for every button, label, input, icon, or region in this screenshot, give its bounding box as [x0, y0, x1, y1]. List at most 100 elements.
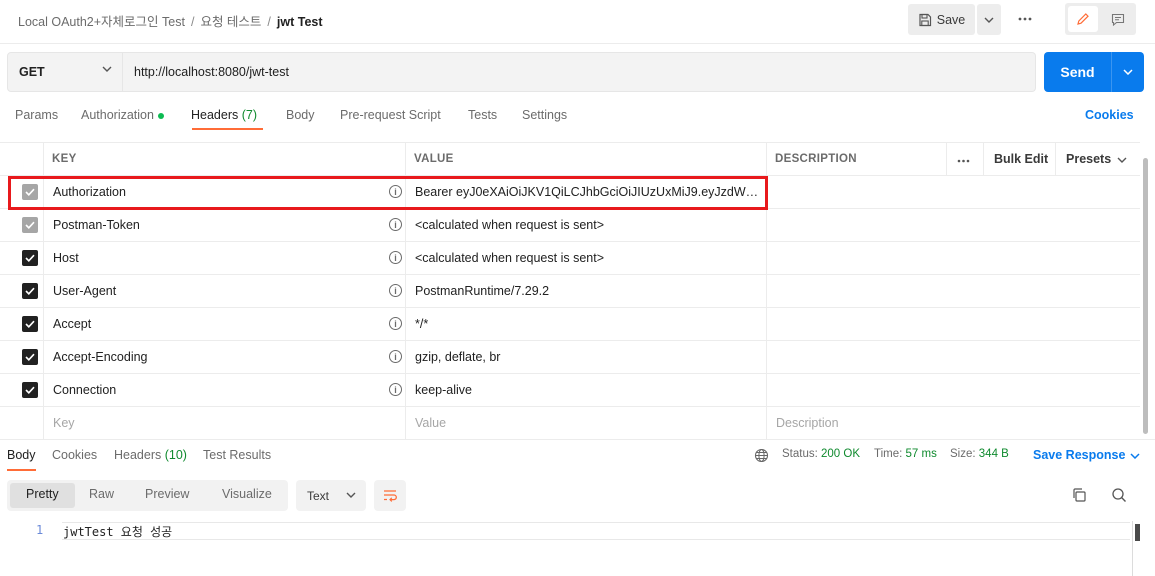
format-pretty[interactable]: Pretty [10, 483, 75, 508]
column-divider [946, 142, 947, 176]
format-tabs: Pretty Raw Preview Visualize [7, 480, 288, 511]
header-key[interactable]: Postman-Token [53, 218, 140, 232]
top-bar: Local OAuth2+자체로그인 Test / 요청 테스트 / jwt Test … [0, 0, 1155, 44]
checkmark-icon [25, 254, 35, 262]
row-checkbox[interactable] [22, 382, 38, 398]
time-display[interactable]: Time: 57 ms [874, 448, 937, 460]
tab-body[interactable]: Body [286, 108, 315, 122]
status-display[interactable]: Status: 200 OK [782, 448, 860, 460]
comments-button[interactable] [1103, 6, 1133, 32]
header-value[interactable]: */* [415, 317, 760, 331]
checkmark-icon [25, 353, 35, 361]
send-button[interactable]: Send [1044, 52, 1111, 92]
info-icon[interactable]: i [389, 284, 402, 297]
send-button-group: Send [1044, 52, 1144, 92]
method-select[interactable]: GET [7, 52, 123, 92]
response-tab-cookies[interactable]: Cookies [52, 448, 97, 462]
header-value[interactable]: PostmanRuntime/7.29.2 [415, 284, 760, 298]
chevron-down-icon [346, 492, 356, 498]
row-checkbox[interactable] [22, 217, 38, 233]
column-divider [983, 142, 984, 176]
tab-params[interactable]: Params [15, 108, 58, 122]
size-display[interactable]: Size: 344 B [950, 448, 1009, 460]
more-actions-button[interactable] [1013, 6, 1037, 32]
tab-headers-label: Headers [191, 108, 239, 122]
response-tab-test-results[interactable]: Test Results [203, 448, 271, 462]
edit-mode-button[interactable] [1068, 6, 1098, 32]
wrap-lines-button[interactable] [374, 480, 406, 511]
format-visualize[interactable]: Visualize [222, 487, 272, 501]
search-icon[interactable] [1111, 487, 1127, 503]
more-horizontal-icon [1018, 17, 1032, 21]
header-value[interactable]: <calculated when request is sent> [415, 251, 760, 265]
info-icon[interactable]: i [389, 317, 402, 330]
header-key[interactable]: Accept-Encoding [53, 350, 148, 364]
row-checkbox[interactable] [22, 250, 38, 266]
breadcrumb-collection[interactable]: Local OAuth2+자체로그인 Test [18, 15, 185, 29]
headers-table-header: KEY VALUE DESCRIPTION Bulk Edit Presets [0, 142, 1140, 176]
header-value[interactable]: gzip, deflate, br [415, 350, 760, 364]
row-checkbox[interactable] [22, 349, 38, 365]
save-response-button[interactable]: Save Response [1033, 448, 1140, 462]
copy-icon[interactable] [1071, 487, 1087, 503]
new-description-input[interactable]: Description [776, 416, 839, 430]
bulk-edit-button[interactable]: Bulk Edit [994, 152, 1048, 166]
checkmark-icon [25, 386, 35, 394]
new-key-input[interactable]: Key [53, 416, 75, 430]
save-label: Save [936, 12, 966, 27]
table-row: Connection i keep-alive [0, 374, 1140, 407]
row-checkbox[interactable] [22, 316, 38, 332]
wrap-lines-icon [384, 489, 397, 502]
breadcrumb-folder[interactable]: 요청 테스트 [200, 15, 261, 29]
table-row: Accept i */* [0, 308, 1140, 341]
header-key[interactable]: Host [53, 251, 79, 265]
response-body-text[interactable]: jwtTest 요청 성공 [63, 523, 172, 540]
editor-scrollbar[interactable] [1132, 521, 1143, 576]
save-icon [919, 13, 931, 26]
info-icon[interactable]: i [389, 251, 402, 264]
content-type-select[interactable]: Text [296, 480, 366, 511]
more-horizontal-icon [957, 159, 970, 163]
column-options-button[interactable] [957, 151, 970, 166]
comment-icon [1111, 13, 1125, 26]
breadcrumb-separator: / [190, 15, 195, 29]
tab-prerequest-script[interactable]: Pre-request Script [340, 108, 441, 122]
tab-headers[interactable]: Headers (7) [191, 108, 257, 122]
new-value-input[interactable]: Value [415, 416, 760, 430]
chevron-down-icon [1130, 453, 1140, 459]
tab-settings[interactable]: Settings [522, 108, 567, 122]
column-description: DESCRIPTION [775, 153, 857, 165]
info-icon[interactable]: i [389, 350, 402, 363]
url-text: http://localhost:8080/jwt-test [134, 65, 289, 79]
send-options-button[interactable] [1112, 52, 1144, 92]
status-value: 200 OK [821, 448, 861, 460]
tab-tests[interactable]: Tests [468, 108, 497, 122]
save-options-button[interactable] [977, 4, 1001, 35]
chevron-down-icon [102, 66, 112, 72]
header-value[interactable]: keep-alive [415, 383, 760, 397]
response-tab-headers-label: Headers [114, 448, 162, 462]
table-row: User-Agent i PostmanRuntime/7.29.2 [0, 275, 1140, 308]
table-scrollbar[interactable] [1143, 158, 1148, 434]
response-tab-headers[interactable]: Headers (10) [114, 448, 187, 462]
format-preview[interactable]: Preview [145, 487, 189, 501]
url-input[interactable]: http://localhost:8080/jwt-test [123, 52, 1036, 92]
header-key[interactable]: User-Agent [53, 284, 116, 298]
presets-dropdown[interactable]: Presets [1066, 152, 1127, 166]
column-value: VALUE [414, 153, 454, 165]
request-name[interactable]: jwt Test [277, 15, 323, 29]
presets-label: Presets [1066, 152, 1112, 166]
cookies-link[interactable]: Cookies [1085, 108, 1134, 122]
globe-icon[interactable] [754, 448, 769, 463]
row-checkbox[interactable] [22, 283, 38, 299]
header-key[interactable]: Accept [53, 317, 91, 331]
info-icon[interactable]: i [389, 383, 402, 396]
header-key[interactable]: Connection [53, 383, 116, 397]
response-tab-body[interactable]: Body [7, 448, 36, 462]
format-raw[interactable]: Raw [89, 487, 114, 501]
tab-authorization[interactable]: Authorization [81, 108, 164, 122]
header-value[interactable]: <calculated when request is sent> [415, 218, 760, 232]
save-button[interactable]: Save [908, 4, 975, 35]
info-icon[interactable]: i [389, 218, 402, 231]
chevron-down-icon [1123, 69, 1133, 75]
